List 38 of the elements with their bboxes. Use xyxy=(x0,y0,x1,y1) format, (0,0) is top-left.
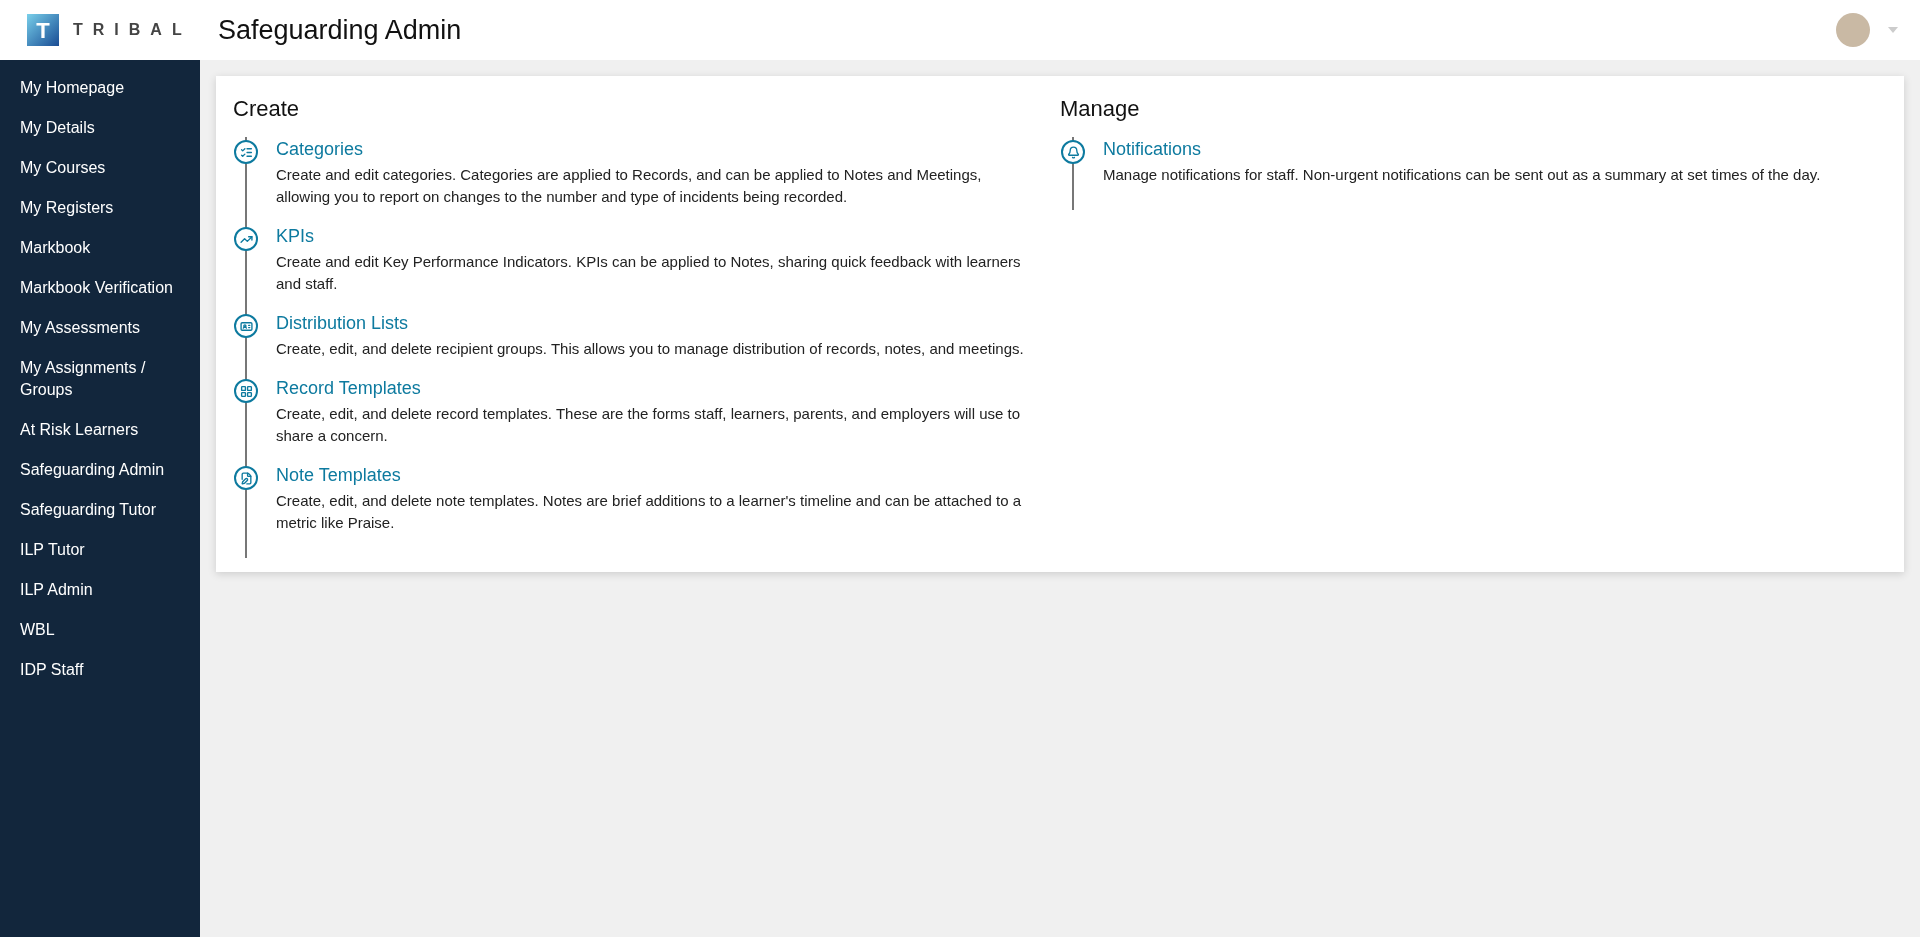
item-description: Create, edit, and delete note templates. Notes are brief additions to a learner's timeline and can be attached to a metric like Praise. xyxy=(276,491,1022,533)
bell-icon xyxy=(1061,140,1085,164)
item-description: Create and edit categories. Categories are applied to Records, and can be applied to Notes and Meetings, allowing you to report on changes to the number and type of incidents being recorded. xyxy=(276,165,983,207)
sidebar-item[interactable]: My Registers xyxy=(0,188,200,228)
item-link[interactable]: Note Templates xyxy=(276,465,401,485)
item-description: Create and edit Key Performance Indicators. KPIs can be applied to Notes, sharing quick feedback with learners and staff. xyxy=(276,252,1022,294)
sidebar-item[interactable]: My Courses xyxy=(0,148,200,188)
item-description: Create, edit, and delete recipient groups. This allows you to manage distribution of records, notes, and meetings. xyxy=(276,339,1024,359)
sidebar-item[interactable]: At Risk Learners xyxy=(0,410,200,450)
sidebar-item[interactable]: Safeguarding Admin xyxy=(0,450,200,490)
sidebar-item[interactable]: My Details xyxy=(0,108,200,148)
sidebar-item[interactable]: ILP Tutor xyxy=(0,530,200,570)
sidebar-item[interactable]: My Homepage xyxy=(0,68,200,108)
item-link[interactable]: KPIs xyxy=(276,226,314,246)
item-description: Manage notifications for staff. Non-urgent notifications can be sent out as a summary at set times of the day. xyxy=(1103,165,1821,185)
item-link[interactable]: Notifications xyxy=(1103,139,1202,159)
logo-mark: T xyxy=(27,14,59,46)
sidebar-item[interactable]: Markbook xyxy=(0,228,200,268)
item-link[interactable]: Categories xyxy=(276,139,364,159)
item-link[interactable]: Record Templates xyxy=(276,378,421,398)
avatar[interactable] xyxy=(1836,13,1870,47)
caret-icon[interactable] xyxy=(1888,27,1898,33)
document-pen-icon xyxy=(234,466,258,490)
item-description: Create, edit, and delete record templates. These are the forms staff, learners, parents, and employers will use to share a concern. xyxy=(276,404,1021,446)
sidebar-item[interactable]: My Assessments xyxy=(0,308,200,348)
sidebar-item[interactable]: Safeguarding Tutor xyxy=(0,490,200,530)
page-title: Safeguarding Admin xyxy=(218,13,462,47)
list-icon xyxy=(234,140,258,164)
section-heading: Manage xyxy=(1060,95,1141,123)
sidebar-item[interactable]: Markbook Verification xyxy=(0,268,200,308)
section-heading: Create xyxy=(233,95,301,123)
logo-text: TRIBAL xyxy=(73,20,192,40)
sidebar-item[interactable]: WBL xyxy=(0,610,200,650)
sidebar-item[interactable]: ILP Admin xyxy=(0,570,200,610)
sidebar-item[interactable]: IDP Staff xyxy=(0,650,200,690)
id-card-icon xyxy=(234,314,258,338)
sidebar-item[interactable]: My Assignments / Groups xyxy=(0,348,200,410)
item-link[interactable]: Distribution Lists xyxy=(276,313,409,333)
